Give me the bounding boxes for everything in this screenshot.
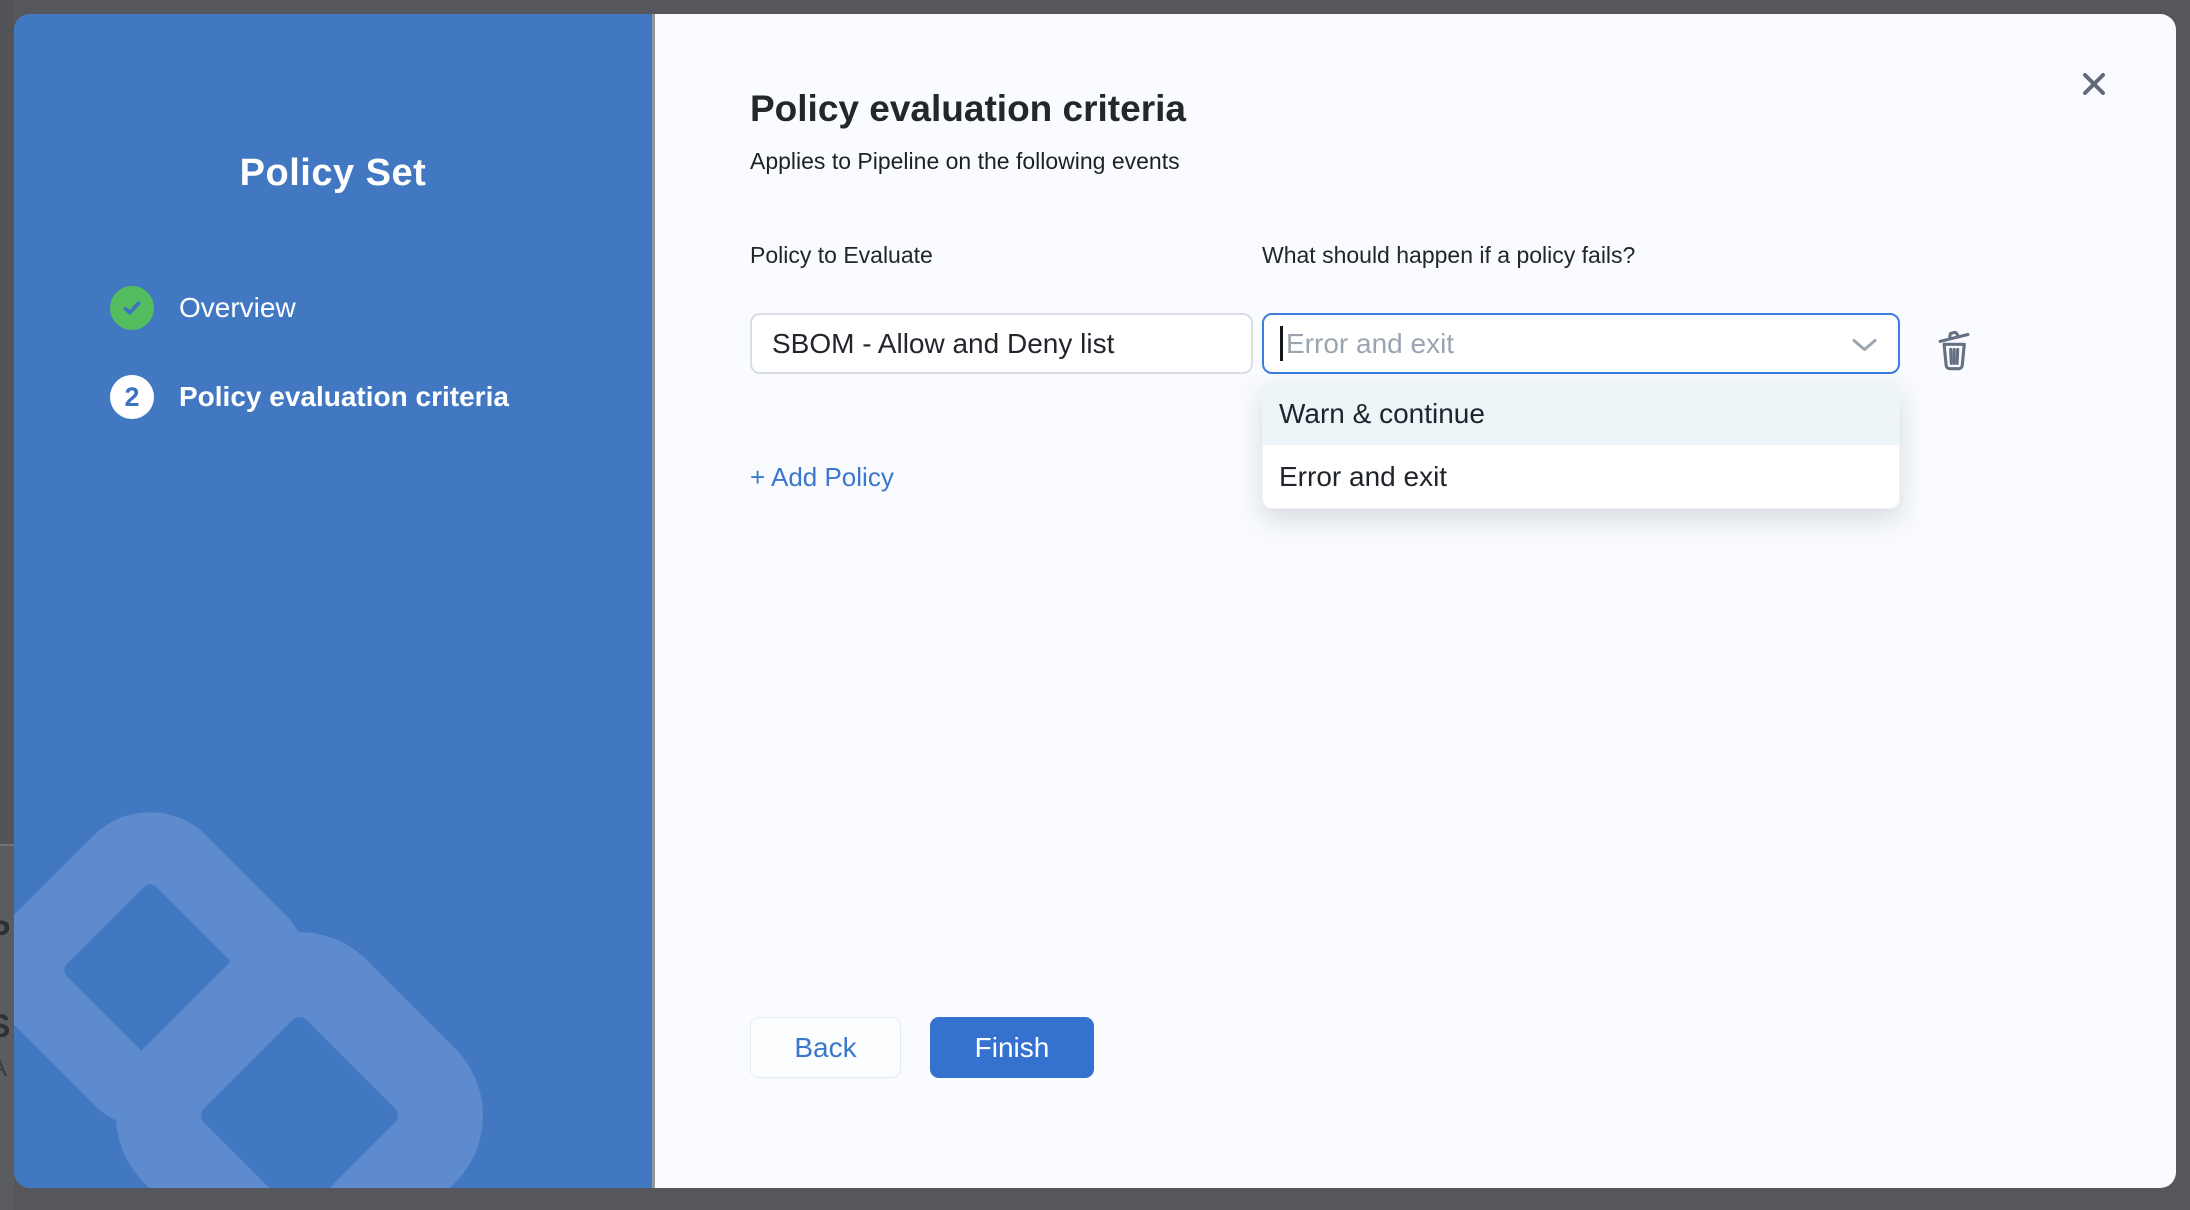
screen: P S A Policy Set Overview 2 Policy evalu… [0,0,2190,1210]
delete-policy-button[interactable] [1932,324,1976,372]
step-number-badge: 2 [110,375,154,419]
on-fail-combobox[interactable]: Error and exit [1262,313,1900,374]
dropdown-option-error-exit[interactable]: Error and exit [1263,445,1899,508]
on-fail-placeholder: Error and exit [1286,328,1454,360]
background-partial-text: P [0,914,10,951]
on-fail-dropdown-menu: Warn & continue Error and exit [1262,381,1900,509]
step-complete-check-icon [110,286,154,330]
text-cursor [1280,326,1283,361]
finish-button[interactable]: Finish [930,1017,1094,1078]
page-title: Policy evaluation criteria [750,88,1186,130]
wizard-step-policy-evaluation-criteria[interactable]: 2 Policy evaluation criteria [110,375,509,419]
chevron-down-icon [1851,337,1878,358]
policy-to-evaluate-field[interactable]: SBOM - Allow and Deny list [750,313,1253,374]
back-button[interactable]: Back [750,1017,901,1078]
policy-to-evaluate-value: SBOM - Allow and Deny list [772,328,1114,360]
policy-to-evaluate-label: Policy to Evaluate [750,242,933,269]
dropdown-option-warn-continue[interactable]: Warn & continue [1263,382,1899,445]
background-partial-text: A [0,1052,7,1083]
background-partial-text: S [0,1008,10,1045]
page-subtitle: Applies to Pipeline on the following eve… [750,148,1180,175]
policy-evaluation-panel: Policy evaluation criteria Applies to Pi… [655,14,2176,1188]
background-overlay-top [0,0,14,844]
background-overlay-bottom: P S A [0,846,14,1210]
wizard-step-label: Overview [179,292,296,324]
footer-actions: Back Finish [750,1017,1094,1078]
on-fail-label: What should happen if a policy fails? [1262,242,1635,269]
wizard-step-overview[interactable]: Overview [110,286,296,330]
wizard-title: Policy Set [14,152,652,195]
trash-icon [1932,324,1976,372]
wizard-step-label: Policy evaluation criteria [179,381,509,413]
policy-set-modal: Policy Set Overview 2 Policy evaluation … [14,14,2176,1188]
wizard-sidebar: Policy Set Overview 2 Policy evaluation … [14,14,652,1188]
close-icon [2076,66,2112,102]
add-policy-link[interactable]: + Add Policy [750,462,894,493]
close-button[interactable] [2074,64,2114,104]
